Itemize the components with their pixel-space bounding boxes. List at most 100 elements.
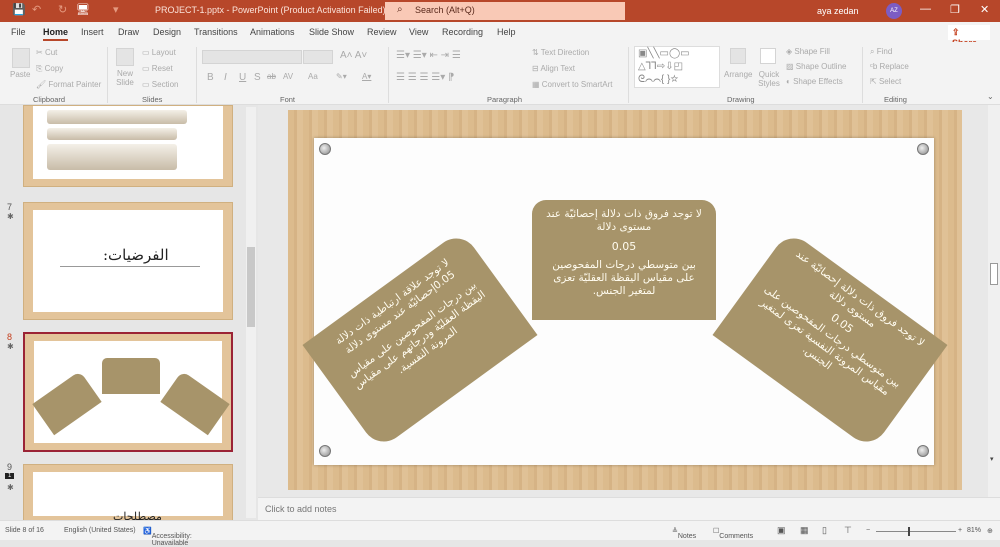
thumbnails-scrollbar[interactable] bbox=[246, 107, 256, 518]
align-text-button[interactable]: ⊟ Align Text bbox=[532, 64, 575, 73]
font-group-label: Font bbox=[280, 95, 296, 104]
new-slide-button[interactable]: New Slide bbox=[113, 69, 137, 87]
tab-draw[interactable]: Draw bbox=[118, 27, 139, 37]
find-button[interactable]: ⌕ Find bbox=[870, 47, 892, 57]
reset-button[interactable]: ▭ Reset bbox=[142, 64, 173, 73]
paragraph-group-label: Paragraph bbox=[487, 95, 523, 104]
font-color-icon[interactable]: A▾ bbox=[362, 72, 371, 81]
zoom-slider-thumb[interactable] bbox=[908, 527, 910, 536]
scroll-down-icon[interactable]: ▾ bbox=[990, 455, 994, 463]
slide-thumbnail-9[interactable]: مصطلحات bbox=[23, 464, 233, 524]
new-slide-icon bbox=[116, 48, 134, 66]
underline-button[interactable]: U bbox=[239, 72, 246, 83]
tab-help[interactable]: Help bbox=[497, 27, 516, 37]
fit-to-window-icon[interactable]: ⊕ bbox=[987, 527, 993, 535]
layout-button[interactable]: ▭ Layout bbox=[142, 48, 176, 57]
zoom-slider[interactable] bbox=[876, 531, 956, 532]
tab-transitions[interactable]: Transitions bbox=[194, 27, 238, 37]
quick-styles-button[interactable]: Quick Styles bbox=[757, 70, 781, 88]
pin-icon bbox=[917, 143, 929, 155]
replace-button[interactable]: ᶜb Replace bbox=[870, 62, 909, 71]
tab-recording[interactable]: Recording bbox=[442, 27, 483, 37]
list-icons[interactable]: ☰▾ ☰▾ ⇤ ⇥ ☰ bbox=[396, 50, 461, 61]
slide-thumbnail-8-selected[interactable] bbox=[23, 332, 233, 452]
save-icon[interactable]: 💾 bbox=[12, 3, 26, 16]
italic-button[interactable]: I bbox=[224, 72, 227, 83]
shape-outline-button[interactable]: ▨ Shape Outline bbox=[786, 62, 846, 71]
highlight-icon[interactable]: ✎▾ bbox=[336, 72, 347, 81]
scrollbar-thumb[interactable] bbox=[990, 263, 998, 285]
cut-button[interactable]: ✂ Cut bbox=[36, 48, 57, 57]
tab-slide-show[interactable]: Slide Show bbox=[309, 27, 354, 37]
zoom-in-button[interactable]: + bbox=[958, 527, 962, 534]
present-icon[interactable]: 🖥 bbox=[76, 3, 90, 16]
restore-button[interactable]: ❐ bbox=[950, 3, 960, 16]
text-direction-button[interactable]: ⇅ Text Direction bbox=[532, 48, 589, 57]
user-name[interactable]: aya zedan bbox=[817, 6, 859, 16]
zoom-level[interactable]: 81% bbox=[967, 527, 981, 534]
slides-group-label: Slides bbox=[142, 95, 163, 104]
shape-effects-button[interactable]: ◐ Shape Effects bbox=[786, 77, 843, 86]
reading-view-icon[interactable]: ▯ bbox=[822, 525, 827, 536]
slideshow-view-icon[interactable]: ⊤ bbox=[844, 525, 852, 536]
convert-smartart-button[interactable]: ▦ Convert to SmartArt bbox=[532, 80, 612, 89]
format-painter-button[interactable]: 🖌 Format Painter bbox=[36, 80, 101, 89]
normal-view-icon[interactable]: ▣ bbox=[777, 525, 786, 536]
tab-insert[interactable]: Insert bbox=[81, 27, 104, 37]
zoom-out-button[interactable]: − bbox=[866, 527, 870, 534]
tab-animations[interactable]: Animations bbox=[250, 27, 295, 37]
language-indicator[interactable]: English (United States) bbox=[64, 527, 136, 534]
align-icons[interactable]: ☰ ☰ ☰ ☰▾ ⁋ bbox=[396, 72, 454, 83]
slide-thumbnail-7[interactable]: الفرضيات: bbox=[23, 202, 233, 320]
transition-star-icon: ✱ bbox=[7, 212, 14, 221]
undo-icon[interactable]: ↶ bbox=[32, 3, 41, 16]
tab-home[interactable]: Home bbox=[43, 27, 69, 41]
minimize-button[interactable]: — bbox=[920, 3, 931, 15]
transition-star-icon: ✱ bbox=[7, 483, 14, 492]
scrollbar-thumb[interactable] bbox=[247, 247, 255, 327]
customize-icon[interactable]: ▾ bbox=[113, 3, 119, 16]
section-button[interactable]: ▭ Section bbox=[142, 80, 178, 89]
center-hypothesis-box[interactable]: لا توجد فروق ذات دلالة إحصائيّة عند مستو… bbox=[532, 200, 716, 320]
right-hypothesis-box[interactable]: لا توجد فروق ذات دلالة إحصائيّة عند مستو… bbox=[712, 229, 948, 451]
search-placeholder: Search (Alt+Q) bbox=[415, 5, 475, 15]
grow-font-icon[interactable]: A˄ A˅ bbox=[340, 50, 367, 61]
font-family-select[interactable] bbox=[202, 50, 302, 64]
strikethrough-button[interactable]: ab bbox=[267, 72, 276, 81]
notes-pane[interactable]: Click to add notes bbox=[258, 497, 1000, 520]
shapes-gallery[interactable]: ▣╲╲▭◯▭ △⅂⅂⇨⇩◰ ᘓ⌒⌒{ }☆ bbox=[634, 46, 720, 88]
select-button[interactable]: ⇱ Select bbox=[870, 77, 901, 86]
significance-value: 0.05 bbox=[611, 240, 637, 253]
current-slide[interactable]: لا توجد فروق ذات دلالة إحصائيّة عند مستو… bbox=[302, 138, 948, 465]
font-size-select[interactable] bbox=[303, 50, 333, 64]
share-button[interactable]: ⇪ Share bbox=[948, 25, 990, 48]
shadow-button[interactable]: S bbox=[254, 72, 261, 83]
tab-review[interactable]: Review bbox=[367, 27, 397, 37]
tab-file[interactable]: File bbox=[11, 27, 26, 37]
bold-button[interactable]: B bbox=[207, 72, 214, 83]
accessibility-status[interactable]: ♿ Accessibility: Unavailable bbox=[143, 527, 192, 547]
slide-sorter-icon[interactable]: ▦ bbox=[800, 525, 809, 536]
copy-button[interactable]: ⎘ Copy bbox=[36, 64, 63, 74]
comment-badge[interactable]: 1 bbox=[5, 473, 15, 479]
tab-view[interactable]: View bbox=[409, 27, 428, 37]
editor-scrollbar[interactable]: ▾ bbox=[988, 105, 1000, 497]
paste-icon bbox=[12, 48, 30, 68]
arrange-button[interactable]: Arrange bbox=[724, 70, 752, 79]
comments-button[interactable]: ☐ Comments bbox=[713, 527, 753, 540]
shape-fill-button[interactable]: ◈ Shape Fill bbox=[786, 47, 830, 56]
tab-design[interactable]: Design bbox=[153, 27, 181, 37]
notes-button[interactable]: ≜ Notes bbox=[672, 527, 696, 540]
redo-icon[interactable]: ↻ bbox=[58, 3, 67, 16]
character-spacing-button[interactable]: AV bbox=[283, 72, 293, 81]
left-hypothesis-box[interactable]: لا توجد علاقة ارتباطية ذات دلالة 0.05إحص… bbox=[302, 229, 538, 451]
paste-button[interactable]: Paste bbox=[10, 70, 30, 79]
close-button[interactable]: ✕ bbox=[980, 3, 989, 16]
change-case-button[interactable]: Aa bbox=[308, 72, 318, 81]
search-box[interactable]: ⌕ Search (Alt+Q) bbox=[385, 2, 625, 20]
avatar[interactable]: AZ bbox=[886, 3, 902, 19]
notes-placeholder: Click to add notes bbox=[265, 504, 337, 514]
slide-counter: Slide 8 of 16 bbox=[5, 527, 44, 534]
slide-thumbnail-6[interactable] bbox=[23, 105, 233, 187]
collapse-ribbon-icon[interactable]: ⌄ bbox=[987, 92, 994, 101]
